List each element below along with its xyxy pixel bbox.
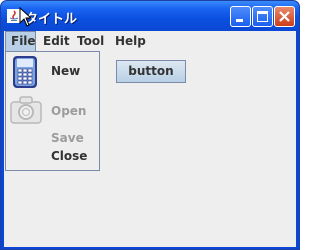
close-window-button[interactable] <box>274 6 295 27</box>
menu-tool[interactable]: Tool <box>72 31 109 51</box>
title-bar[interactable]: タイトル <box>1 1 299 31</box>
menu-file[interactable]: File <box>5 31 36 51</box>
content-pane: File Edit Tool Help button New Open Save… <box>4 31 296 247</box>
button[interactable]: button <box>116 60 186 83</box>
phone-icon <box>13 56 37 88</box>
menu-item-open[interactable]: Open <box>6 92 99 128</box>
minimize-icon <box>236 19 243 22</box>
close-icon <box>279 11 290 22</box>
menu-item-save[interactable]: Save <box>6 130 99 148</box>
menu-item-new-label: New <box>51 64 81 78</box>
camera-icon <box>10 96 42 124</box>
menu-item-open-label: Open <box>51 104 87 118</box>
menu-edit[interactable]: Edit <box>38 31 75 51</box>
app-window: タイトル File Edit Tool Help button New Open… <box>0 0 300 250</box>
window-title: タイトル <box>25 12 78 27</box>
menu-help[interactable]: Help <box>110 31 151 51</box>
file-menu-popup: New Open Save Close <box>5 51 100 171</box>
menu-item-close[interactable]: Close <box>6 148 99 166</box>
maximize-button[interactable] <box>252 6 273 27</box>
minimize-button[interactable] <box>230 6 251 27</box>
menu-item-close-label: Close <box>51 149 88 163</box>
menu-bar: File Edit Tool Help <box>4 31 296 51</box>
maximize-icon <box>257 11 268 22</box>
java-app-icon <box>7 9 21 23</box>
menu-item-save-label: Save <box>51 131 84 145</box>
menu-item-new[interactable]: New <box>6 54 99 90</box>
